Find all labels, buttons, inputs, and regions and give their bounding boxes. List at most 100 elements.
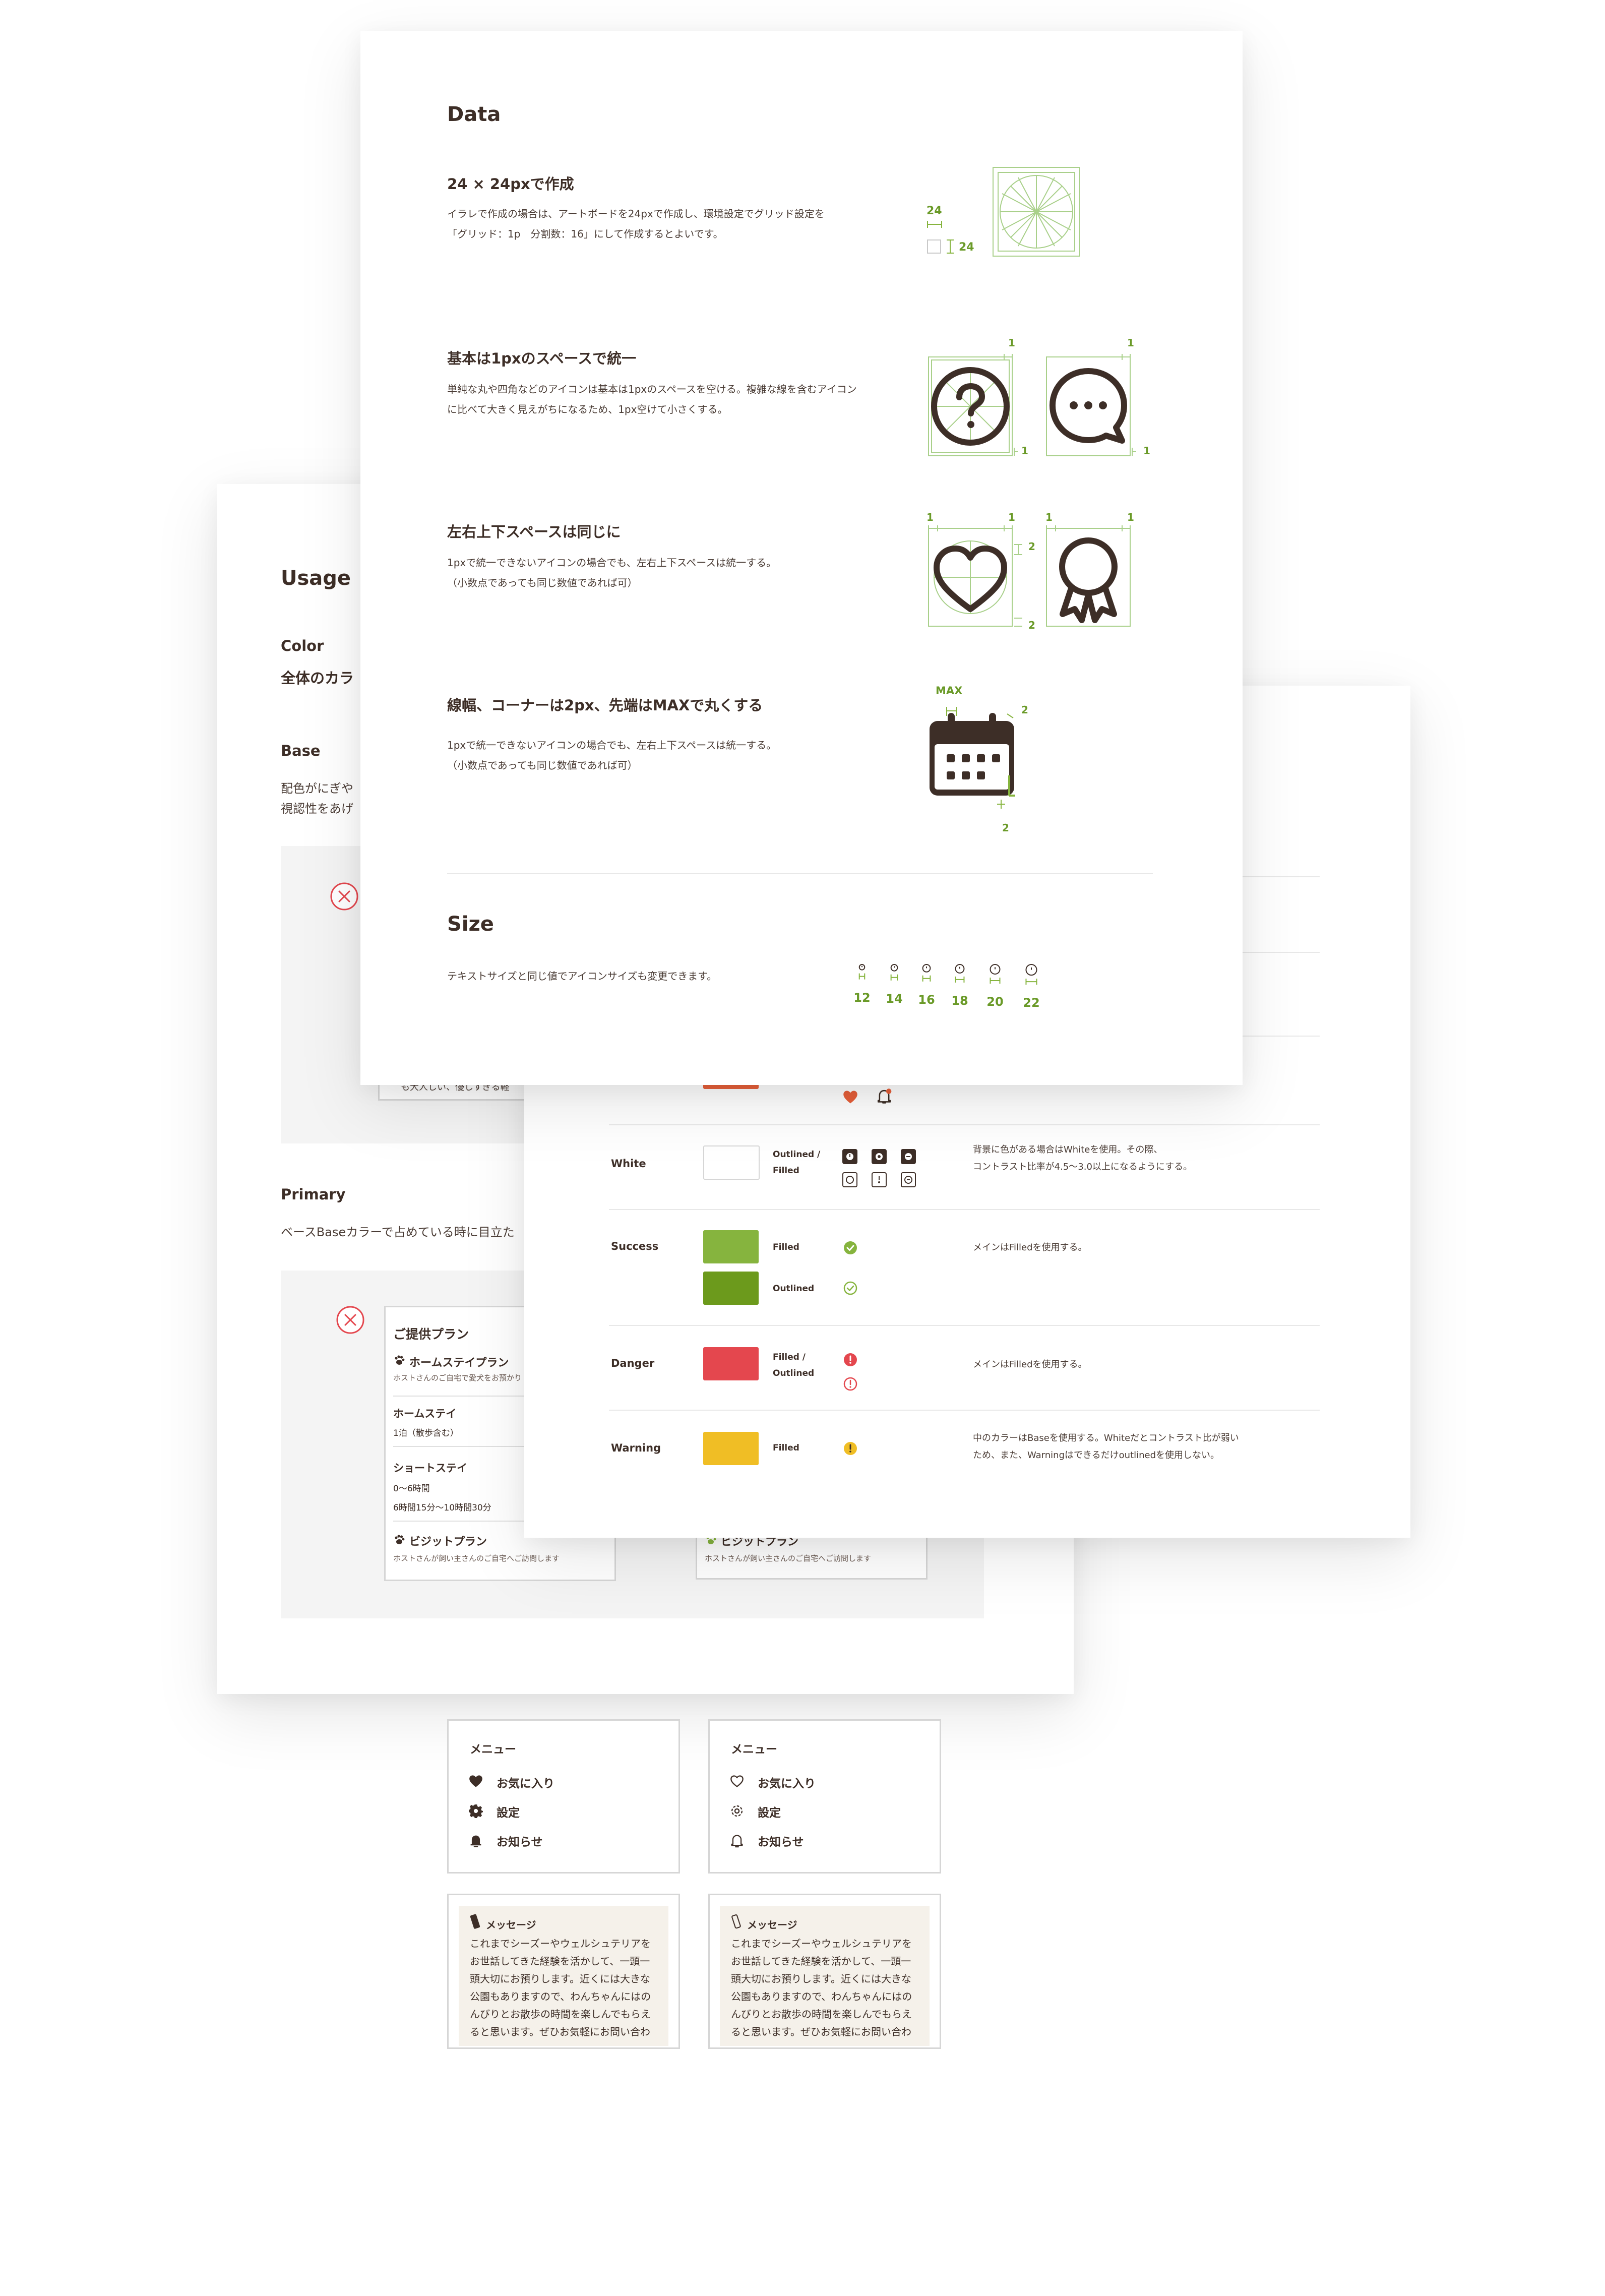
primary-desc: ベースBaseカラーで占めている時に目立た: [281, 1225, 515, 1239]
size-label: 14: [886, 991, 903, 1006]
row-note-danger: メインはFilledを使用する。: [973, 1359, 1087, 1370]
spacing-label: 2: [1028, 619, 1035, 631]
message-title: メッセージ: [747, 1919, 797, 1931]
divider: [447, 873, 1153, 874]
warning-filled-icon: [843, 1441, 858, 1456]
size-label: 20: [986, 995, 1004, 1009]
size-label: 22: [1023, 996, 1040, 1010]
size-samples: 12 14 16 18 20 22: [852, 963, 1064, 1013]
menu-item-favorites[interactable]: お気に入り: [497, 1774, 554, 1791]
menu-title: メニュー: [731, 1743, 777, 1756]
plan-item1-title: ホームステイプラン: [409, 1357, 509, 1369]
heart-icon: [843, 1090, 858, 1104]
size-desc: テキストサイズと同じ値でアイコンサイズも変更できます。: [447, 970, 717, 982]
menu-item-notifications[interactable]: お知らせ: [758, 1832, 804, 1849]
row-note-warning: 中のカラーはBaseを使用する。Whiteだとコントラスト比が弱い ため、また、…: [973, 1433, 1239, 1461]
plan-item4-desc: ホストさんが飼い主さんのご自宅へご訪問します: [393, 1554, 560, 1563]
dimension-marker: [927, 220, 957, 255]
base-desc-1: 配色がにぎや: [281, 781, 353, 796]
menu-item-settings[interactable]: 設定: [497, 1803, 520, 1820]
row-type-success-2: Outlined: [773, 1284, 815, 1294]
s4-desc-1: 1pxで統一できないアイコンの場合でも、左右上下スペースは統一する。: [447, 739, 777, 751]
message-line: これまでシーズーやウェルシュテリアを: [731, 1938, 912, 1950]
size-sample-22: [1021, 963, 1041, 987]
row-label-danger: Danger: [611, 1357, 655, 1369]
message-line: お世話してきた経験を活かして、一頭一: [731, 1955, 911, 1967]
menu-item-settings[interactable]: 設定: [758, 1803, 781, 1820]
message-line: 頭大切にお預りします。近くには大きな: [731, 1973, 911, 1985]
color-desc: 全体のカラ: [281, 670, 354, 687]
usage-title: Usage: [281, 567, 351, 590]
alert-filled-icon: [843, 1352, 858, 1367]
size-sample-12: [852, 963, 872, 982]
primary-heading: Primary: [281, 1186, 346, 1203]
message-line: んびりとお散歩の時間を楽しんでもらえ: [731, 2008, 912, 2020]
size-sample-18: [950, 963, 970, 985]
plan-item3-desc2: 6時間15分〜10時間30分: [393, 1503, 491, 1513]
size-title: Size: [447, 913, 494, 936]
calendar-icon: [927, 706, 1027, 817]
spacing-label: 1: [1143, 445, 1150, 457]
heart-outline-icon: [730, 1775, 744, 1788]
size-sample-14: [884, 963, 904, 983]
s1-desc-2: 「グリッド：1p 分割数：16」にして作成するとよいです。: [447, 228, 723, 240]
message-line: んびりとお散歩の時間を楽しんでもらえ: [470, 2008, 651, 2020]
s1-title: 24 × 24pxで作成: [447, 175, 574, 193]
swatch-warning: [703, 1432, 759, 1465]
divider: [609, 1410, 1320, 1411]
s2-desc-2: に比べて大きく見えがちになるため、1px空けて小さくする。: [447, 403, 728, 415]
swatch-success: [703, 1230, 759, 1263]
divider: [393, 1396, 524, 1397]
menu-title: メニュー: [470, 1743, 516, 1756]
divider: [393, 1521, 524, 1522]
check-filled-icon: [843, 1240, 858, 1255]
icon-grid-white: [842, 1149, 922, 1189]
swatch-danger: [703, 1347, 759, 1380]
base-desc-2: 視認性をあげ: [281, 802, 353, 816]
menu-item-notifications[interactable]: お知らせ: [497, 1832, 543, 1849]
pencil-outline-icon: [730, 1914, 743, 1929]
spacing-label: 1: [1008, 337, 1015, 349]
row-type-success: Filled: [773, 1242, 799, 1252]
divider: [609, 1325, 1320, 1326]
pencil-filled-icon: [469, 1914, 482, 1929]
swatch-success-dark: [703, 1272, 759, 1305]
s1-desc-1: イラレで作成の場合は、アートボードを24pxで作成し、環境設定でグリッド設定を: [447, 208, 825, 220]
spacing-label: 2: [1028, 540, 1035, 553]
heart-outline-icon: [928, 524, 1028, 632]
row-type-danger: Filled / Outlined: [773, 1352, 815, 1378]
spacing-label: 1: [1045, 511, 1053, 523]
spacing-label: 1: [1127, 337, 1134, 349]
s2-desc-1: 単純な丸や四角などのアイコンは基本は1pxのスペースを空ける。複雑な線を含むアイ…: [447, 383, 857, 395]
message-title: メッセージ: [486, 1919, 536, 1931]
divider: [609, 1209, 1320, 1210]
s2-title: 基本は1pxのスペースで統一: [447, 350, 637, 367]
data-title: Data: [447, 103, 501, 126]
bell-outline-icon: [730, 1833, 744, 1848]
chat-icon: [1045, 353, 1136, 459]
s1-dim-w: 24: [927, 205, 942, 217]
message-line: これまでシーズーやウェルシュテリアを: [470, 1938, 651, 1950]
spacing-label: 1: [1008, 511, 1015, 523]
swatch-white: [703, 1145, 760, 1180]
stroke-width-label: 2: [1002, 822, 1009, 834]
plan-item3-title: ショートステイ: [393, 1462, 467, 1474]
size-label: 12: [853, 990, 871, 1005]
plan-right-item4-desc: ホストさんが飼い主さんのご自宅へご訪問します: [705, 1554, 872, 1563]
heart-filled-icon: [469, 1775, 483, 1788]
row-label-success: Success: [611, 1240, 659, 1252]
paw-icon: [393, 1534, 405, 1546]
paw-icon: [393, 1354, 405, 1366]
size-label: 18: [951, 993, 968, 1008]
row-label-warning: Warning: [611, 1442, 661, 1454]
max-label: MAX: [936, 685, 963, 697]
award-icon: [1045, 524, 1136, 632]
gear-filled-icon: [469, 1804, 483, 1818]
message-line: 公園もありますので、わんちゃんにはの: [731, 1990, 912, 2003]
s4-desc-2: （小数点であっても同じ数値であれば可）: [447, 759, 638, 771]
incorrect-icon-2: [335, 1305, 365, 1335]
message-line: ると思います。ぜひお気軽にお問い合わ: [470, 2026, 650, 2038]
menu-item-favorites[interactable]: お気に入り: [758, 1774, 816, 1791]
alert-outlined-icon: [843, 1376, 858, 1392]
grid-artboard-icon: [992, 166, 1081, 257]
